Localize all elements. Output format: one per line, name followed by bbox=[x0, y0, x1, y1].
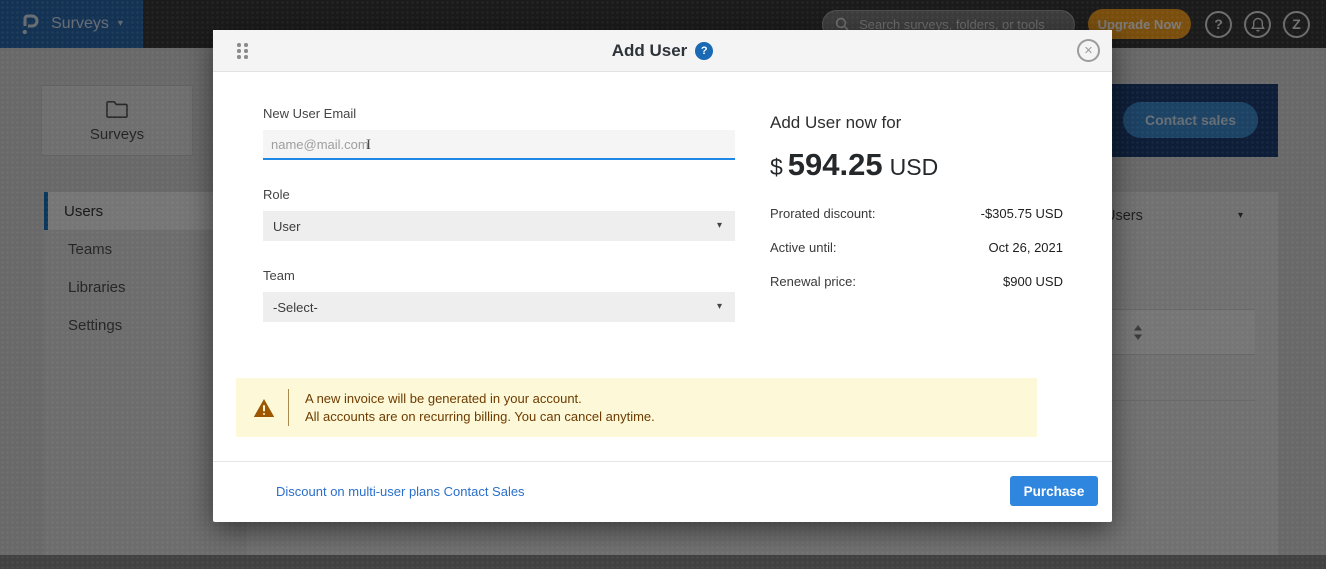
dialog-title: Add User bbox=[612, 41, 688, 61]
contact-sales-link[interactable]: Discount on multi-user plans Contact Sal… bbox=[276, 484, 525, 499]
role-select[interactable]: User ▾ bbox=[263, 211, 735, 241]
warning-text: A new invoice will be generated in your … bbox=[305, 390, 655, 425]
warning-icon bbox=[253, 398, 275, 418]
dialog-help-icon[interactable]: ? bbox=[695, 42, 713, 60]
warning-line-1: A new invoice will be generated in your … bbox=[305, 390, 655, 408]
role-label: Role bbox=[263, 187, 735, 202]
warning-line-2: All accounts are on recurring billing. Y… bbox=[305, 408, 655, 426]
purchase-button[interactable]: Purchase bbox=[1010, 476, 1098, 506]
warning-divider bbox=[288, 389, 289, 426]
chevron-down-icon: ▾ bbox=[717, 221, 722, 231]
drag-handle-icon[interactable] bbox=[237, 43, 248, 59]
dialog-header: Add User ? ✕ bbox=[213, 30, 1112, 72]
pricing-row-renewal: Renewal price: $900 USD bbox=[770, 274, 1063, 289]
price-line: $ 594.25 USD bbox=[770, 147, 1063, 183]
currency-code: USD bbox=[890, 154, 939, 181]
pricing-summary: Add User now for $ 594.25 USD Prorated d… bbox=[770, 113, 1063, 308]
app-frame: Surveys ▾ Upgrade Now ? Z Contact sales … bbox=[0, 0, 1326, 569]
invoice-warning: A new invoice will be generated in your … bbox=[236, 378, 1037, 437]
team-label: Team bbox=[263, 268, 735, 283]
team-select[interactable]: -Select- ▾ bbox=[263, 292, 735, 322]
chevron-down-icon: ▾ bbox=[717, 302, 722, 312]
email-label: New User Email bbox=[263, 106, 735, 121]
add-user-form: New User Email I Role User ▾ Team -Selec… bbox=[263, 106, 735, 349]
price-amount: 594.25 bbox=[788, 147, 883, 183]
pricing-rows: Prorated discount: -$305.75 USD Active u… bbox=[770, 206, 1063, 289]
email-field[interactable] bbox=[263, 130, 735, 160]
pricing-heading: Add User now for bbox=[770, 113, 1063, 133]
add-user-dialog: Add User ? ✕ New User Email I Role User … bbox=[213, 30, 1112, 522]
role-select-value: User bbox=[273, 219, 300, 234]
email-field-wrap: I bbox=[263, 130, 735, 160]
team-select-value: -Select- bbox=[273, 300, 318, 315]
pricing-row-active-until: Active until: Oct 26, 2021 bbox=[770, 240, 1063, 255]
dialog-footer: Discount on multi-user plans Contact Sal… bbox=[213, 461, 1112, 522]
close-icon[interactable]: ✕ bbox=[1077, 39, 1100, 62]
currency-symbol: $ bbox=[770, 154, 783, 181]
pricing-row-prorated: Prorated discount: -$305.75 USD bbox=[770, 206, 1063, 221]
